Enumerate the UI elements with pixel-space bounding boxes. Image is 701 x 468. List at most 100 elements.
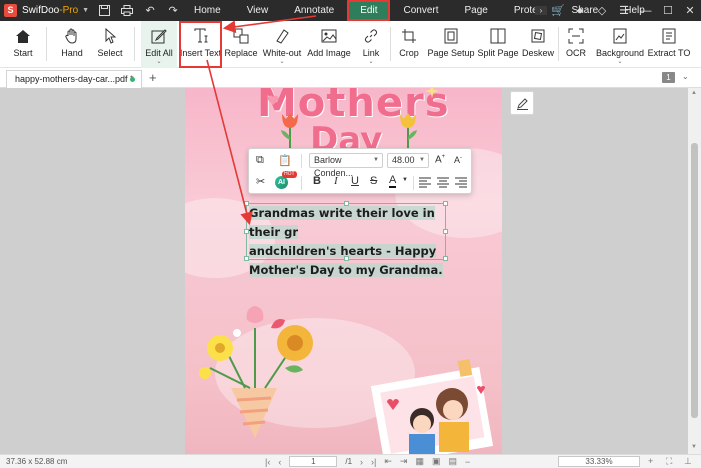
deskew-button[interactable]: Deskew xyxy=(522,21,554,68)
resize-handle[interactable] xyxy=(344,256,349,261)
page-count-badge: 1 xyxy=(662,72,675,83)
zoom-level-input[interactable]: 33.33% xyxy=(558,456,640,467)
next-page-icon[interactable]: › xyxy=(360,457,363,467)
ocr-button[interactable]: OCR xyxy=(564,21,588,68)
current-page-input[interactable]: 1 xyxy=(289,456,338,467)
font-color-icon[interactable]: A xyxy=(389,174,397,188)
text-line[interactable]: Grandmas write their love in their gr xyxy=(249,206,435,239)
document-workspace[interactable]: Mothers Day Grandmas write their love in… xyxy=(0,88,688,454)
pdf-page[interactable]: Mothers Day Grandmas write their love in… xyxy=(185,88,502,454)
cut-icon[interactable]: ✂ xyxy=(256,175,265,188)
crop-button[interactable]: Crop xyxy=(396,21,422,68)
fit-page-icon[interactable]: ⇥ xyxy=(400,456,408,467)
view-mode-icon[interactable]: ▦ xyxy=(415,456,424,467)
text-format-toolbar: ⧉ 📋 Barlow Conden... ▼ 48.00 ▼ A+ A- ✂ A… xyxy=(248,148,472,194)
replace-button[interactable]: Replace xyxy=(224,21,258,68)
chevron-right-icon[interactable]: › xyxy=(535,6,547,15)
close-icon[interactable]: ✕ xyxy=(679,4,701,17)
shopping-cart-icon[interactable]: 🛒 xyxy=(547,4,569,17)
add-image-button[interactable]: Add Image xyxy=(307,21,351,68)
minimize-icon[interactable]: — xyxy=(635,5,657,17)
align-center-icon[interactable] xyxy=(437,177,449,188)
format-toolbar-row: ⧉ 📋 Barlow Conden... ▼ 48.00 ▼ A+ A- xyxy=(249,150,473,178)
zoom-out-icon[interactable]: − xyxy=(465,457,470,467)
edit-all-button[interactable]: Edit All ⌄ xyxy=(141,21,177,68)
eraser-icon xyxy=(274,25,290,47)
edit-all-label: Edit All xyxy=(145,48,173,58)
resize-handle[interactable] xyxy=(244,256,249,261)
chevron-down-icon[interactable]: ▼ xyxy=(82,7,89,14)
menu-home[interactable]: Home xyxy=(181,0,234,21)
fit-width-icon[interactable]: ⇤ xyxy=(384,456,392,467)
save-icon[interactable] xyxy=(97,4,111,18)
insert-text-button[interactable]: Insert Text xyxy=(179,21,222,68)
resize-handle[interactable] xyxy=(344,201,349,206)
app-logo[interactable]: S SwifDoo-Pro ▼ xyxy=(4,4,89,17)
resize-handle[interactable] xyxy=(443,201,448,206)
user-icon[interactable]: ● xyxy=(569,5,591,17)
menu-page[interactable]: Page xyxy=(451,0,500,21)
add-tab-icon[interactable]: + xyxy=(149,70,157,85)
fullscreen-icon[interactable]: ⛶ xyxy=(666,456,672,467)
font-size-select[interactable]: 48.00 ▼ xyxy=(387,153,429,168)
app-name: SwifDoo-Pro xyxy=(22,5,79,16)
resize-handle[interactable] xyxy=(244,229,249,234)
maximize-icon[interactable]: ☐ xyxy=(657,4,679,17)
chevron-down-icon[interactable]: ▼ xyxy=(402,177,408,183)
scroll-mode-icon[interactable]: ▤ xyxy=(448,456,457,467)
copy-icon[interactable]: ⧉ xyxy=(256,154,264,167)
pin-icon[interactable]: ⊥ xyxy=(684,456,692,467)
vertical-scrollbar[interactable]: ▲ ▼ xyxy=(688,88,701,454)
hand-button[interactable]: Hand xyxy=(55,21,89,68)
undo-icon[interactable]: ↶ xyxy=(143,4,157,18)
text-box-content[interactable]: Grandmas write their love in their gr an… xyxy=(247,204,445,280)
zoom-in-icon[interactable]: + xyxy=(648,456,653,466)
prev-page-icon[interactable]: ‹ xyxy=(278,457,281,467)
split-page-button[interactable]: Split Page xyxy=(477,21,519,68)
select-label: Select xyxy=(97,48,123,58)
link-button[interactable]: Link ⌄ xyxy=(358,21,384,68)
align-right-icon[interactable] xyxy=(455,177,467,188)
family-photo-illustration xyxy=(370,359,494,454)
page-layout-icon[interactable]: ▣ xyxy=(432,456,441,467)
resize-handle[interactable] xyxy=(443,256,448,261)
scroll-down-icon[interactable]: ▼ xyxy=(691,444,697,450)
menu-view[interactable]: View xyxy=(234,0,282,21)
underline-icon[interactable]: U xyxy=(351,175,359,187)
align-left-icon[interactable] xyxy=(419,177,431,188)
select-button[interactable]: Select xyxy=(93,21,127,68)
scroll-up-icon[interactable]: ▲ xyxy=(691,90,697,96)
increase-font-icon[interactable]: A+ xyxy=(435,154,445,165)
menu-edit[interactable]: Edit xyxy=(347,0,391,21)
first-page-icon[interactable]: |‹ xyxy=(265,457,270,467)
menu-icon[interactable]: ☰ xyxy=(613,4,635,17)
scrollbar-thumb[interactable] xyxy=(691,143,698,418)
bold-icon[interactable]: B xyxy=(313,175,321,187)
document-tab[interactable]: happy-mothers-day-car...pdf * xyxy=(6,70,142,88)
gift-icon[interactable]: ◇ xyxy=(591,4,613,17)
chevron-down-icon[interactable]: ⌄ xyxy=(682,72,689,81)
page-setup-button[interactable]: Page Setup xyxy=(427,21,475,68)
redo-icon[interactable]: ↷ xyxy=(166,4,180,18)
last-page-icon[interactable]: ›| xyxy=(371,457,376,467)
menu-convert[interactable]: Convert xyxy=(390,0,451,21)
resize-handle[interactable] xyxy=(244,201,249,206)
start-button[interactable]: Start xyxy=(6,21,40,68)
page-setup-label: Page Setup xyxy=(427,48,475,58)
italic-icon[interactable]: I xyxy=(334,175,338,187)
decrease-font-icon[interactable]: A- xyxy=(454,155,462,165)
edit-pen-button[interactable] xyxy=(510,91,534,115)
strikethrough-icon[interactable]: S xyxy=(370,175,377,187)
extract-button[interactable]: Extract TO xyxy=(648,21,690,68)
white-out-button[interactable]: White-out ⌄ xyxy=(262,21,302,68)
menu-annotate[interactable]: Annotate xyxy=(281,0,347,21)
paste-icon[interactable]: 📋 xyxy=(278,154,292,167)
font-family-select[interactable]: Barlow Conden... ▼ xyxy=(309,153,383,178)
print-icon[interactable] xyxy=(120,4,134,18)
text-line[interactable]: Mother's Day to my Grandma. xyxy=(249,263,443,277)
background-button[interactable]: Background ⌄ xyxy=(596,21,644,68)
text-line[interactable]: andchildren's hearts - Happy xyxy=(249,244,437,258)
editable-text-box[interactable]: Grandmas write their love in their gr an… xyxy=(244,201,448,277)
resize-handle[interactable] xyxy=(443,229,448,234)
replace-label: Replace xyxy=(224,48,258,58)
